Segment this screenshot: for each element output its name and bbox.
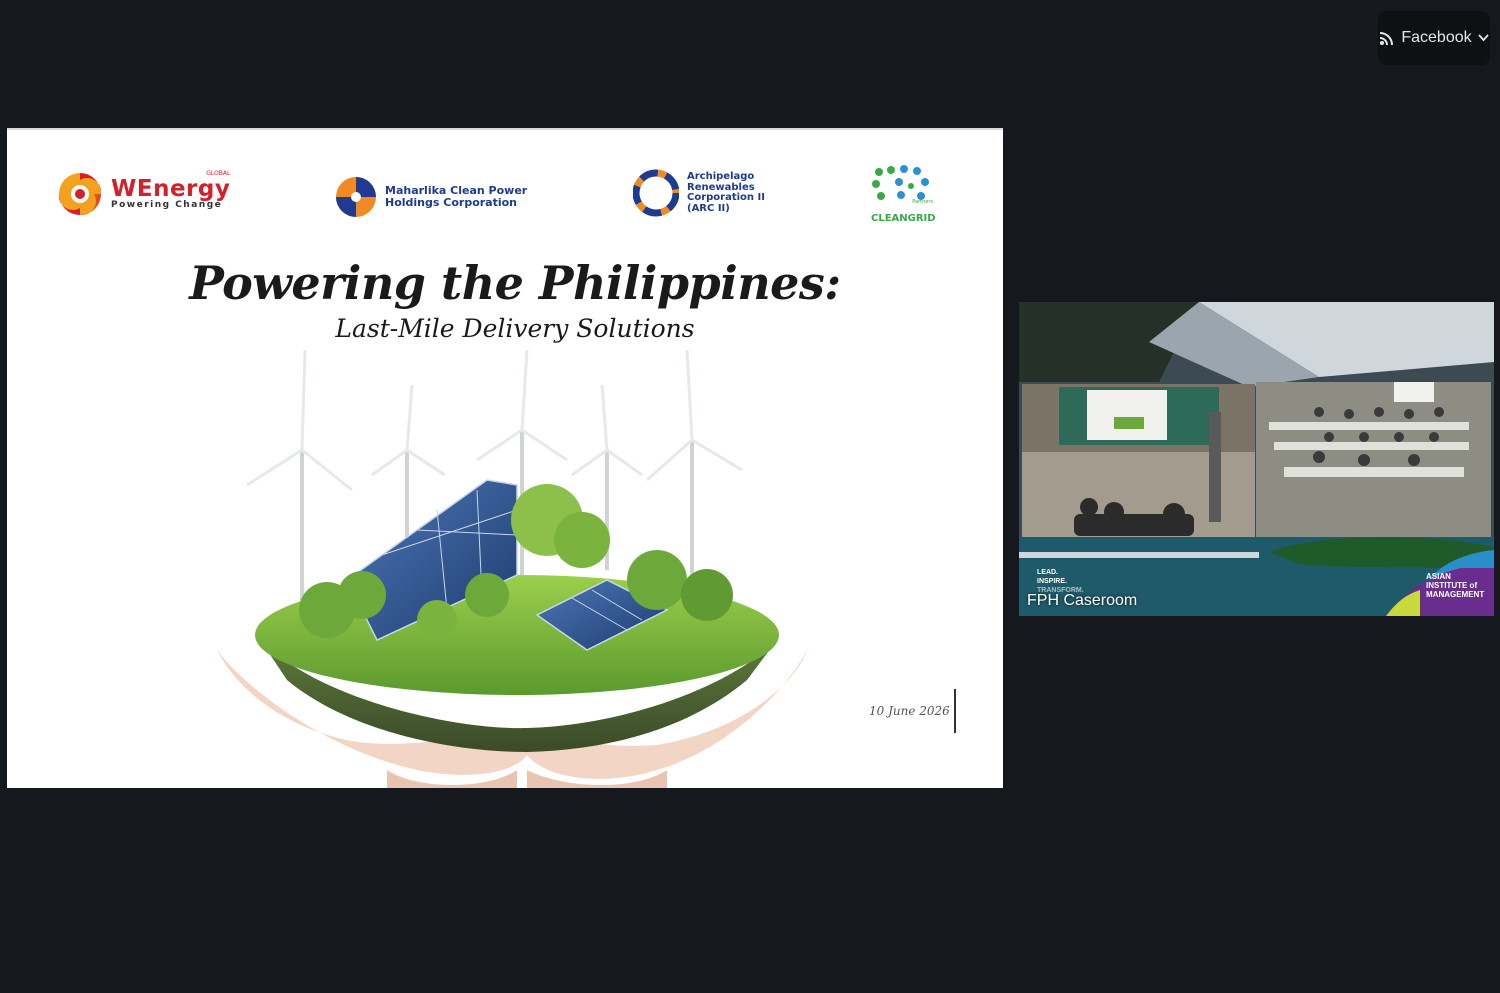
slide-divider bbox=[954, 689, 956, 733]
wenergy-tagline: Powering Change bbox=[111, 200, 223, 211]
maharlika-pinwheel-icon bbox=[336, 177, 376, 217]
maharlika-line2: Holdings Corporation bbox=[385, 196, 518, 209]
aim-line2: INSTITUTE of bbox=[1426, 581, 1478, 590]
aim-tagline: LEAD. INSPIRE. TRANSFORM. bbox=[1037, 568, 1084, 595]
arc-line1: Archipelago bbox=[687, 171, 755, 182]
maharlika-logo: Maharlika Clean Power Holdings Corporati… bbox=[335, 174, 527, 220]
cleangrid-top: Partners bbox=[912, 199, 933, 205]
cleangrid-logo: Partners CLEANGRID bbox=[871, 164, 936, 225]
aim-line3: MANAGEMENT bbox=[1426, 590, 1485, 599]
wenergy-name: WEnergy bbox=[111, 176, 231, 203]
arc-logo: Archipelago Renewables Corporation II (A… bbox=[633, 166, 765, 220]
arc-line4: (ARC II) bbox=[687, 202, 730, 214]
cleangrid-name: CLEANGRID bbox=[871, 213, 936, 224]
wenergy-swirl-icon bbox=[58, 173, 102, 216]
arc-line3: Corporation II bbox=[687, 192, 765, 203]
wenergy-logo: WEnergy GLOBAL Powering Change bbox=[57, 168, 230, 220]
slide-date: 10 June 2026 bbox=[869, 704, 950, 718]
stream-destination-label: Facebook bbox=[1401, 29, 1472, 46]
tagline-line1: LEAD. bbox=[1037, 569, 1058, 576]
video-participant-label: FPH Caseroom bbox=[1027, 592, 1138, 609]
renewable-island-illustration bbox=[217, 350, 807, 788]
aim-line1: ASIAN bbox=[1426, 572, 1451, 581]
slide-title: Powering the Philippines: bbox=[189, 256, 841, 310]
live-feed-icon bbox=[1379, 30, 1395, 46]
wenergy-tag: GLOBAL bbox=[206, 170, 231, 178]
tagline-line2: INSPIRE. bbox=[1037, 578, 1067, 585]
chevron-down-icon bbox=[1477, 34, 1489, 42]
shared-presentation-slide: WEnergy GLOBAL Powering Change Maharlika… bbox=[7, 128, 1003, 788]
aim-logo: ASIAN INSTITUTE of MANAGEMENT bbox=[1386, 550, 1494, 616]
arc-ring-icon bbox=[633, 169, 679, 217]
slide-subtitle: Last-Mile Delivery Solutions bbox=[335, 314, 695, 343]
caseroom-video-tile[interactable]: LEAD. INSPIRE. TRANSFORM. ASIAN INSTITUT… bbox=[1019, 302, 1494, 616]
stream-destination-button[interactable]: Facebook bbox=[1378, 11, 1490, 65]
